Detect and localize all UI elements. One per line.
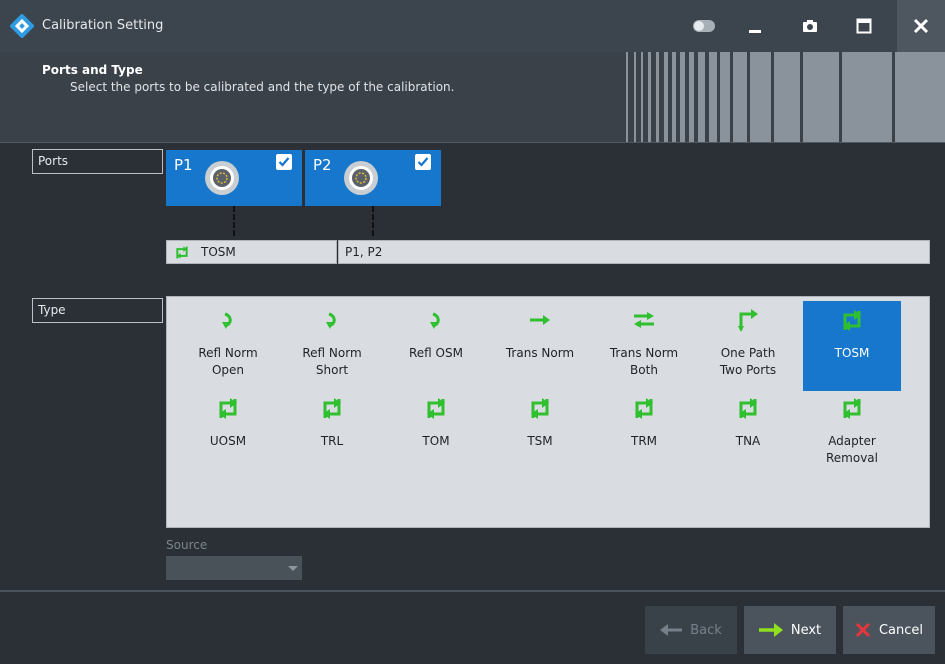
page-header: Ports and Type Select the ports to be ca…: [0, 52, 945, 143]
window-title: Calibration Setting: [42, 18, 164, 33]
port-p1-connector-line: [233, 206, 235, 236]
full-2port-icon: [531, 398, 549, 419]
maximize-icon[interactable]: [846, 10, 882, 42]
cal-type-label: TOM: [422, 434, 450, 448]
cal-type-label: TRL: [320, 434, 344, 448]
page-subtitle: Select the ports to be calibrated and th…: [70, 80, 455, 94]
refl-icon: [326, 312, 336, 329]
cal-type-trans-norm[interactable]: Trans Norm: [491, 301, 589, 391]
full-2port-icon: [323, 398, 341, 419]
ports-label: Ports: [32, 149, 163, 174]
cal-type-tosm[interactable]: TOSM: [803, 301, 901, 391]
cal-type-label: Refl Norm Short: [302, 346, 362, 377]
cal-type-refl-norm-short[interactable]: Refl Norm Short: [283, 301, 381, 391]
source-dropdown[interactable]: [166, 556, 302, 580]
cal-type-tsm[interactable]: TSM: [491, 389, 589, 479]
decorative-stripes: [626, 52, 945, 142]
cal-type-trans-norm-both[interactable]: Trans Norm Both: [595, 301, 693, 391]
cal-type-label: TNA: [735, 434, 761, 448]
summary-type-text: TOSM: [201, 245, 236, 259]
cal-type-label: UOSM: [209, 434, 247, 448]
full-2port-icon: [219, 398, 237, 419]
close-icon: [855, 622, 871, 638]
full-2port-icon: [843, 398, 861, 419]
cal-type-one-path-two-ports[interactable]: One Path Two Ports: [699, 301, 797, 391]
cal-type-uosm[interactable]: UOSM: [179, 389, 277, 479]
cal-type-adapter-removal[interactable]: Adapter Removal: [803, 389, 901, 479]
cal-type-tom[interactable]: TOM: [387, 389, 485, 479]
trans-both-icon: [634, 312, 654, 328]
calibration-summary-ports[interactable]: P1, P2: [338, 240, 930, 264]
cal-type-refl-norm-open[interactable]: Refl Norm Open: [179, 301, 277, 391]
cancel-button-label: Cancel: [878, 622, 924, 638]
one-path-icon: [738, 309, 758, 332]
full-2port-icon: [843, 310, 861, 331]
arrow-right-icon: [758, 623, 783, 637]
close-button[interactable]: [897, 0, 945, 52]
cancel-button[interactable]: Cancel: [843, 606, 935, 654]
port-p2-checkbox[interactable]: [415, 154, 431, 170]
cal-type-label: TOSM: [834, 346, 870, 360]
title-bar: Calibration Setting: [0, 0, 945, 52]
chevron-down-icon: [288, 566, 298, 571]
footer-divider: [0, 590, 945, 592]
cal-type-label: Trans Norm: [505, 346, 575, 360]
camera-icon[interactable]: [792, 10, 828, 42]
connector-icon: [205, 161, 239, 195]
cal-type-label: Trans Norm Both: [609, 346, 679, 377]
port-p2[interactable]: P2: [305, 150, 441, 206]
cal-type-refl-osm[interactable]: Refl OSM: [387, 301, 485, 391]
full-2port-icon: [427, 398, 445, 419]
checkmark-icon: [278, 157, 290, 167]
full-2port-icon: [176, 246, 188, 259]
port-p1[interactable]: P1: [166, 150, 302, 206]
refl-icon: [222, 312, 232, 329]
port-p1-label: P1: [174, 156, 193, 174]
port-p1-checkbox[interactable]: [276, 154, 292, 170]
full-2port-icon: [739, 398, 757, 419]
cal-type-trl[interactable]: TRL: [283, 389, 381, 479]
cal-type-label: Adapter Removal: [825, 434, 878, 465]
back-button-label: Back: [690, 622, 722, 638]
close-icon: [913, 18, 929, 34]
full-2port-icon: [635, 398, 653, 419]
cal-type-label: One Path Two Ports: [719, 346, 777, 377]
cal-type-tna[interactable]: TNA: [699, 389, 797, 479]
back-button[interactable]: Back: [645, 606, 737, 654]
cal-type-label: Refl OSM: [409, 346, 463, 360]
trans-icon: [530, 315, 550, 325]
port-p2-connector-line: [372, 206, 374, 236]
rs-logo-icon: [10, 14, 34, 38]
cal-type-label: TRM: [630, 434, 658, 448]
next-button-label: Next: [790, 622, 822, 638]
summary-ports-text: P1, P2: [345, 245, 383, 259]
minimize-icon[interactable]: [737, 10, 773, 42]
checkmark-icon: [417, 157, 429, 167]
page-title: Ports and Type: [42, 63, 143, 77]
cal-type-trm[interactable]: TRM: [595, 389, 693, 479]
source-label: Source: [166, 538, 208, 552]
type-label: Type: [32, 298, 163, 323]
toggle-icon[interactable]: [686, 10, 722, 42]
connector-icon: [344, 161, 378, 195]
arrow-left-icon: [660, 624, 683, 636]
port-p2-label: P2: [313, 156, 332, 174]
refl-icon: [430, 312, 440, 329]
cal-type-label: TSM: [527, 434, 553, 448]
cal-type-label: Refl Norm Open: [198, 346, 258, 377]
calibration-summary-type[interactable]: TOSM: [166, 240, 337, 264]
calibration-type-panel: Refl Norm Open Refl Norm Short Refl OSM Trans…: [166, 296, 930, 528]
next-button[interactable]: Next: [744, 606, 836, 654]
